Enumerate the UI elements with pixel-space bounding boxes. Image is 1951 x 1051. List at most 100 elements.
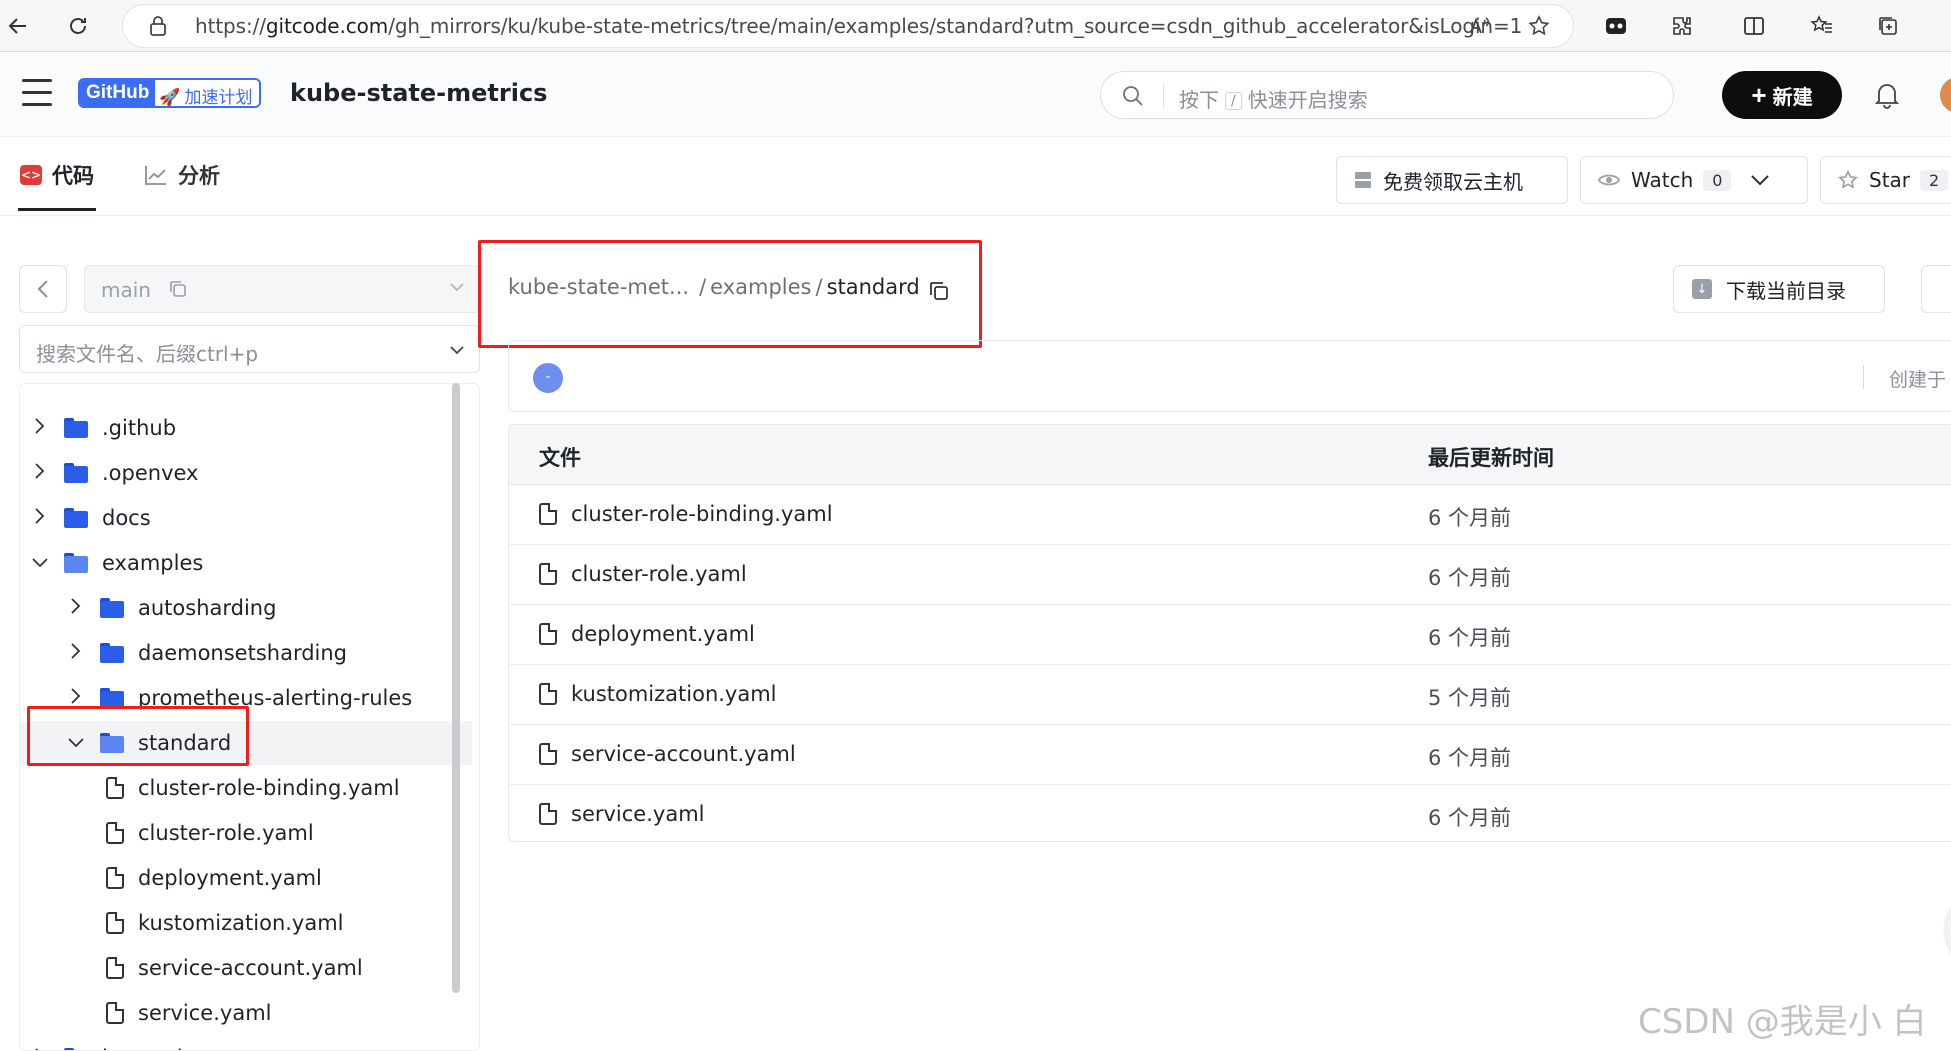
tree-item-label: daemonsetsharding	[138, 641, 348, 665]
table-row[interactable]: cluster-role-binding.yaml 6 个月前	[509, 485, 1951, 545]
notification-bell-icon[interactable]	[1874, 81, 1900, 109]
tab-code[interactable]: <> 代码	[18, 160, 96, 211]
file-name[interactable]: service-account.yaml	[571, 742, 796, 766]
file-icon	[539, 623, 557, 645]
chart-icon	[145, 166, 166, 185]
site-header: GitHub 🚀 加速计划 kube-state-metrics 按下 / 快速开启搜…	[0, 53, 1951, 137]
tree-file-item[interactable]: cluster-role.yaml	[20, 811, 472, 855]
tree-scrollbar[interactable]	[452, 383, 460, 993]
last-updated: 6 个月前	[1428, 626, 1512, 650]
tree-folder-item[interactable]: .github	[20, 406, 472, 450]
repo-name[interactable]: kube-state-metrics	[290, 79, 547, 107]
server-icon	[1355, 172, 1371, 188]
chevron-right-icon[interactable]	[66, 642, 86, 665]
new-button[interactable]: + 新建	[1722, 71, 1842, 119]
tab-analysis[interactable]: 分析	[144, 160, 220, 190]
table-row[interactable]: service-account.yaml 6 个月前	[509, 725, 1951, 785]
star-button[interactable]: Star 2	[1820, 156, 1951, 204]
tree-file-item[interactable]: cluster-role-binding.yaml	[20, 766, 472, 810]
favorites-list-icon[interactable]	[1804, 8, 1840, 44]
tree-file-item[interactable]: service.yaml	[20, 991, 472, 1035]
column-header-updated: 最后更新时间	[1428, 446, 1554, 470]
repo-tabs: <> 代码 分析 免费领取云主机 Watch 0 Star 2	[0, 138, 1951, 216]
chevron-right-icon[interactable]	[30, 507, 50, 530]
chevron-right-icon[interactable]	[30, 1047, 50, 1050]
free-cloud-host-button[interactable]: 免费领取云主机	[1336, 156, 1568, 204]
star-count: 2	[1920, 169, 1949, 191]
commit-author-avatar[interactable]: -	[533, 363, 563, 393]
table-row[interactable]: kustomization.yaml 5 个月前	[509, 665, 1951, 725]
tree-folder-item[interactable]: examples	[20, 541, 472, 585]
tree-file-item[interactable]: kustomization.yaml	[20, 901, 472, 945]
address-bar[interactable]: https://gitcode.com/gh_mirrors/ku/kube-s…	[122, 4, 1574, 48]
extension-icon[interactable]	[1598, 8, 1634, 44]
chevron-down-icon[interactable]	[449, 343, 465, 357]
table-row[interactable]: cluster-role.yaml 6 个月前	[509, 545, 1951, 605]
tree-folder-item[interactable]: internal	[20, 1036, 472, 1050]
folder-icon	[100, 598, 124, 618]
url-text[interactable]: https://gitcode.com/gh_mirrors/ku/kube-s…	[195, 14, 1522, 38]
tree-folder-item[interactable]: docs	[20, 496, 472, 540]
download-directory-button[interactable]: ↓ 下载当前目录	[1673, 265, 1885, 313]
watch-button[interactable]: Watch 0	[1580, 156, 1808, 204]
file-name[interactable]: deployment.yaml	[571, 622, 755, 646]
back-arrow-icon[interactable]	[0, 8, 36, 44]
chevron-right-icon[interactable]	[66, 597, 86, 620]
highlight-box-tree	[27, 706, 249, 766]
column-header-file: 文件	[539, 446, 581, 470]
last-updated: 6 个月前	[1428, 746, 1512, 770]
tree-folder-item[interactable]: .openvex	[20, 451, 472, 495]
floating-side-button[interactable]	[1946, 900, 1951, 960]
tree-item-label: internal	[102, 1046, 183, 1050]
watch-count: 0	[1703, 169, 1732, 191]
table-row[interactable]: deployment.yaml 6 个月前	[509, 605, 1951, 665]
menu-hamburger-icon[interactable]	[22, 79, 52, 107]
copy-icon[interactable]	[169, 280, 187, 298]
last-updated: 6 个月前	[1428, 806, 1512, 830]
tree-item-label: .openvex	[102, 461, 199, 485]
badge-github-label: GitHub	[80, 80, 156, 106]
file-name[interactable]: cluster-role-binding.yaml	[571, 502, 833, 526]
tree-folder-item[interactable]: autosharding	[20, 586, 472, 630]
tree-item-label: docs	[102, 506, 151, 530]
file-icon	[106, 957, 124, 979]
tree-file-item[interactable]: deployment.yaml	[20, 856, 472, 900]
last-updated: 6 个月前	[1428, 506, 1512, 530]
collapse-sidebar-button[interactable]	[19, 265, 67, 313]
file-icon	[539, 683, 557, 705]
file-search-placeholder: 搜索文件名、后缀ctrl+p	[36, 342, 259, 366]
search-placeholder: 按下 / 快速开启搜索	[1179, 88, 1368, 112]
chevron-right-icon[interactable]	[30, 417, 50, 440]
collections-icon[interactable]	[1870, 8, 1906, 44]
github-accelerator-badge[interactable]: GitHub 🚀 加速计划	[78, 78, 261, 108]
reload-icon[interactable]	[60, 8, 96, 44]
more-actions-button[interactable]	[1921, 265, 1951, 313]
favorite-star-icon[interactable]	[1521, 8, 1557, 44]
folder-icon	[100, 643, 124, 663]
file-name[interactable]: cluster-role.yaml	[571, 562, 747, 586]
tree-file-item[interactable]: service-account.yaml	[20, 946, 472, 990]
tree-folder-item[interactable]: daemonsetsharding	[20, 631, 472, 675]
eye-icon	[1597, 174, 1621, 186]
file-name[interactable]: service.yaml	[571, 802, 705, 826]
read-aloud-icon[interactable]	[1461, 8, 1497, 44]
puzzle-extensions-icon[interactable]	[1664, 8, 1700, 44]
file-search-input[interactable]: 搜索文件名、后缀ctrl+p	[19, 325, 480, 373]
branch-name: main	[101, 278, 151, 302]
download-icon: ↓	[1692, 279, 1712, 299]
chevron-down-icon[interactable]	[30, 553, 50, 574]
table-row[interactable]: service.yaml 6 个月前	[509, 785, 1951, 841]
avatar[interactable]	[1940, 77, 1951, 113]
chevron-right-icon[interactable]	[30, 462, 50, 485]
highlight-box-breadcrumb	[478, 240, 982, 348]
folder-icon	[64, 418, 88, 438]
chevron-down-icon[interactable]	[1749, 173, 1771, 187]
global-search-input[interactable]: 按下 / 快速开启搜索	[1100, 71, 1674, 119]
branch-selector[interactable]: main	[84, 265, 480, 313]
tree-item-label: .github	[102, 416, 177, 440]
file-name[interactable]: kustomization.yaml	[571, 682, 777, 706]
last-updated: 6 个月前	[1428, 566, 1512, 590]
split-screen-icon[interactable]	[1736, 8, 1772, 44]
file-icon	[539, 803, 557, 825]
tree-item-label: cluster-role.yaml	[138, 821, 314, 845]
